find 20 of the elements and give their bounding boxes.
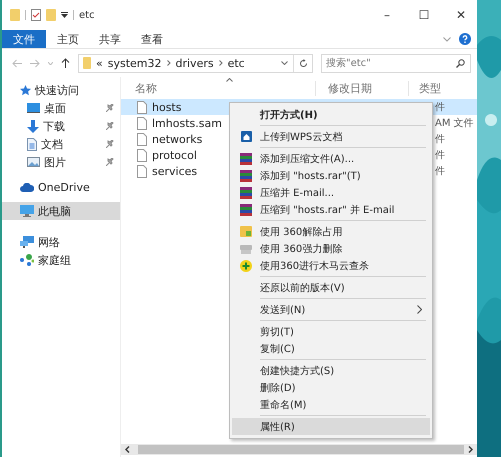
sidebar-label: 家庭组 xyxy=(38,252,71,268)
file-type: 件 xyxy=(435,165,446,178)
sidebar-label: 文档 xyxy=(41,136,63,152)
sidebar-label: 快速访问 xyxy=(35,82,79,98)
sidebar-label: 网络 xyxy=(38,234,60,250)
sidebar-label: 此电脑 xyxy=(38,204,71,218)
file-type: AM 文件 xyxy=(435,116,475,130)
sidebar-label: 下载 xyxy=(43,118,65,134)
file-name: protocol xyxy=(152,148,197,162)
file-name: networks xyxy=(152,132,202,146)
sidebar-label: OneDrive xyxy=(38,180,90,194)
file-name: services xyxy=(152,164,198,178)
sidebar-label: 图片 xyxy=(44,154,66,170)
window-title: etc xyxy=(79,10,95,20)
file-name: hosts xyxy=(152,100,182,114)
file-type: 件 xyxy=(435,133,446,146)
file-name: lmhosts.sam xyxy=(152,116,222,130)
file-type: 件 xyxy=(435,101,446,114)
sidebar-label: 桌面 xyxy=(44,100,66,116)
file-type: 件 xyxy=(435,149,446,162)
